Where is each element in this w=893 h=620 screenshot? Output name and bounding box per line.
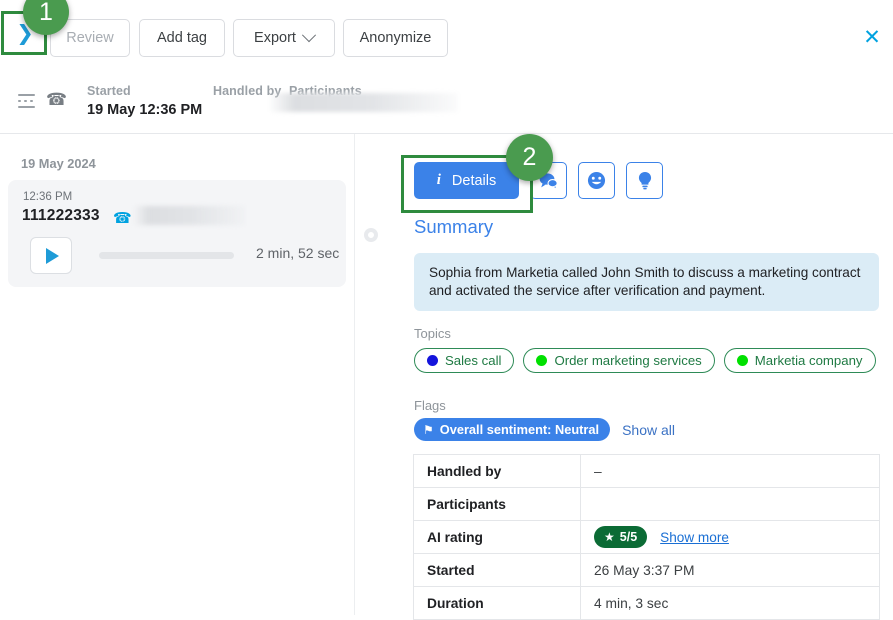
- star-icon: ★: [604, 530, 615, 544]
- row-value: [581, 488, 880, 521]
- started-label: Started: [87, 84, 202, 98]
- audio-progress-bar[interactable]: [99, 252, 234, 259]
- row-key: Participants: [414, 488, 581, 521]
- play-icon: [46, 248, 59, 264]
- chevron-right-icon: ❯: [16, 23, 34, 44]
- ai-rating-badge: ★ 5/5: [594, 526, 647, 548]
- flag-label: Overall sentiment: Neutral: [440, 422, 599, 437]
- tab-details[interactable]: i Details: [414, 162, 519, 199]
- header-started-column: Started 19 May 12:36 PM: [87, 84, 202, 118]
- call-list-item[interactable]: 12:36 PM 111222333 ☎ 2 min, 52 sec: [8, 180, 346, 287]
- anonymize-button[interactable]: Anonymize: [343, 19, 448, 57]
- add-tag-button-label: Add tag: [157, 30, 207, 46]
- topic-chip[interactable]: Sales call: [414, 348, 514, 373]
- table-row: Started 26 May 3:37 PM: [414, 554, 880, 587]
- topic-chip-label: Order marketing services: [554, 353, 701, 368]
- topic-chip[interactable]: Order marketing services: [523, 348, 714, 373]
- ai-rating-value: 5/5: [620, 530, 637, 544]
- lightbulb-icon: [637, 171, 653, 190]
- page-title: Summary: [414, 216, 493, 238]
- call-number: 111222333: [22, 207, 100, 225]
- call-contact-redacted: [133, 206, 245, 225]
- topic-color-dot: [427, 355, 438, 366]
- participants-redacted-value: [268, 93, 458, 112]
- details-tab-row: i Details: [414, 162, 663, 199]
- status-badge[interactable]: ⚑ Overall sentiment: Neutral: [414, 418, 610, 441]
- list-rows-icon: [18, 94, 35, 108]
- tab-details-label: Details: [452, 173, 496, 189]
- flags-label: Flags: [414, 398, 446, 413]
- date-group-header: 19 May 2024: [21, 156, 96, 171]
- topics-label: Topics: [414, 326, 451, 341]
- review-button[interactable]: Review: [50, 19, 130, 57]
- phone-icon: ☎: [46, 92, 67, 109]
- row-value: 26 May 3:37 PM: [581, 554, 880, 587]
- play-button[interactable]: [30, 237, 72, 274]
- tab-sentiment[interactable]: [578, 162, 615, 199]
- table-row: Handled by –: [414, 455, 880, 488]
- row-value: –: [581, 455, 880, 488]
- show-all-link[interactable]: Show all: [622, 422, 675, 438]
- call-list-pane: 19 May 2024 12:36 PM 111222333 ☎ 2 min, …: [0, 134, 355, 615]
- row-key: AI rating: [414, 521, 581, 554]
- anonymize-button-label: Anonymize: [360, 30, 432, 46]
- call-header-icons: ☎: [18, 92, 67, 109]
- tab-insights[interactable]: [626, 162, 663, 199]
- close-icon[interactable]: ✕: [861, 27, 883, 49]
- started-value: 19 May 12:36 PM: [87, 102, 202, 118]
- chevron-down-icon: [302, 28, 316, 42]
- row-value: ★ 5/5 Show more: [581, 521, 880, 554]
- export-button-label: Export: [254, 30, 296, 46]
- topic-chip-label: Marketia company: [755, 353, 863, 368]
- review-button-label: Review: [66, 30, 114, 46]
- timeline-dot-icon: [364, 228, 378, 242]
- add-tag-button[interactable]: Add tag: [139, 19, 225, 57]
- topic-chip[interactable]: Marketia company: [724, 348, 876, 373]
- flag-icon: ⚑: [423, 423, 434, 437]
- top-toolbar: ❯ Review Add tag Export Anonymize ✕: [0, 0, 893, 72]
- phone-icon: ☎: [113, 209, 132, 227]
- tab-transcript[interactable]: [530, 162, 567, 199]
- row-key: Handled by: [414, 455, 581, 488]
- details-table: Handled by – Participants AI rating ★ 5/…: [413, 454, 880, 620]
- topic-chip-label: Sales call: [445, 353, 501, 368]
- topic-color-dot: [737, 355, 748, 366]
- table-row: AI rating ★ 5/5 Show more: [414, 521, 880, 554]
- smiley-face-icon: [587, 171, 606, 190]
- topics-chip-row: Sales call Order marketing services Mark…: [414, 348, 876, 373]
- chat-bubbles-icon: [539, 172, 558, 189]
- call-details-pane: i Details: [400, 134, 893, 615]
- table-row: Participants: [414, 488, 880, 521]
- topic-color-dot: [536, 355, 547, 366]
- collapse-panel-button[interactable]: ❯: [4, 13, 46, 53]
- flags-row: ⚑ Overall sentiment: Neutral Show all: [414, 418, 675, 441]
- row-key: Started: [414, 554, 581, 587]
- call-duration: 2 min, 52 sec: [256, 245, 339, 261]
- summary-text: Sophia from Marketia called John Smith t…: [414, 253, 879, 311]
- show-more-link[interactable]: Show more: [660, 530, 729, 545]
- info-icon: i: [437, 172, 441, 189]
- call-time: 12:36 PM: [23, 191, 72, 203]
- export-button[interactable]: Export: [233, 19, 335, 57]
